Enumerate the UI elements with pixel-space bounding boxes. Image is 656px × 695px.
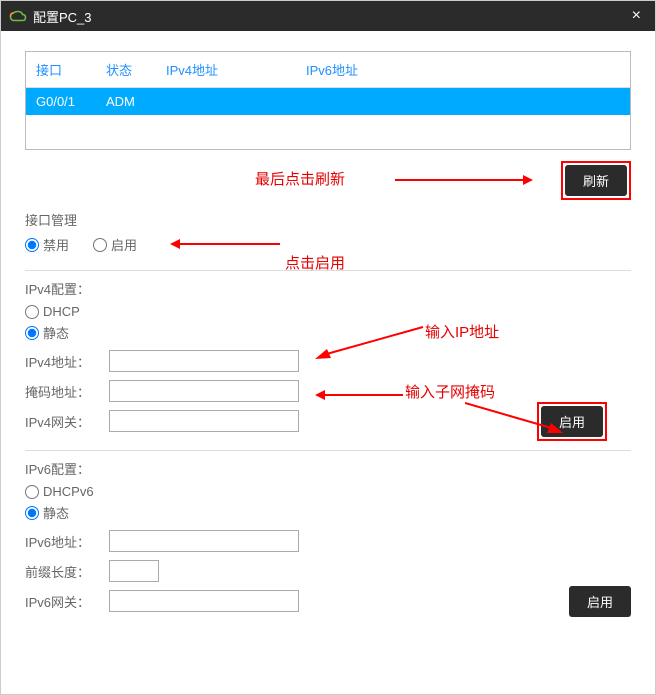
input-prefix[interactable] — [109, 560, 159, 582]
annotation-enable: 点击启用 — [285, 252, 345, 273]
label-mask: 掩码地址： — [25, 382, 103, 401]
section-ipv4-title: IPv4配置： — [25, 279, 631, 298]
interface-table: 接口 状态 IPv4地址 IPv6地址 G0/0/1 ADM — [25, 51, 631, 150]
radio-disable[interactable]: 禁用 — [25, 235, 69, 254]
section-ipv6-title: IPv6配置： — [25, 459, 631, 478]
apply-button-highlight: 启用 — [537, 402, 607, 441]
close-icon[interactable]: × — [626, 7, 647, 25]
label-ipv6gw: IPv6网关： — [25, 592, 103, 611]
label-ipv4gw: IPv4网关： — [25, 412, 103, 431]
input-ipv4gw[interactable] — [109, 410, 299, 432]
section-ifmgmt-title: 接口管理 — [25, 210, 631, 229]
radio-dhcp[interactable]: DHCP — [25, 304, 80, 319]
col-header-ipv4: IPv4地址 — [166, 60, 306, 79]
radio-static[interactable]: 静态 — [25, 323, 69, 342]
window-title: 配置PC_3 — [33, 7, 626, 26]
label-prefix: 前缀长度： — [25, 562, 103, 581]
label-ipv4addr: IPv4地址： — [25, 352, 103, 371]
apply-button-ipv4[interactable]: 启用 — [541, 406, 603, 437]
cell-status: ADM — [106, 94, 166, 109]
cell-ipv6 — [306, 94, 446, 109]
col-header-status: 状态 — [106, 60, 166, 79]
radio-static6[interactable]: 静态 — [25, 503, 69, 522]
input-mask[interactable] — [109, 380, 299, 402]
input-ipv6addr[interactable] — [109, 530, 299, 552]
input-ipv6gw[interactable] — [109, 590, 299, 612]
titlebar: 配置PC_3 × — [1, 1, 655, 31]
label-ipv6addr: IPv6地址： — [25, 532, 103, 551]
radio-dhcpv6[interactable]: DHCPv6 — [25, 484, 94, 499]
refresh-button-highlight: 刷新 — [561, 161, 631, 200]
refresh-button[interactable]: 刷新 — [565, 165, 627, 196]
cell-ipv4 — [166, 94, 306, 109]
col-header-ipv6: IPv6地址 — [306, 60, 446, 79]
radio-enable[interactable]: 启用 — [93, 235, 137, 254]
input-ipv4addr[interactable] — [109, 350, 299, 372]
cell-interface: G0/0/1 — [36, 94, 106, 109]
table-row[interactable]: G0/0/1 ADM — [26, 88, 630, 115]
apply-button-ipv6[interactable]: 启用 — [569, 586, 631, 617]
cloud-icon — [9, 9, 27, 23]
annotation-refresh: 最后点击刷新 — [255, 168, 345, 189]
col-header-interface: 接口 — [36, 60, 106, 79]
